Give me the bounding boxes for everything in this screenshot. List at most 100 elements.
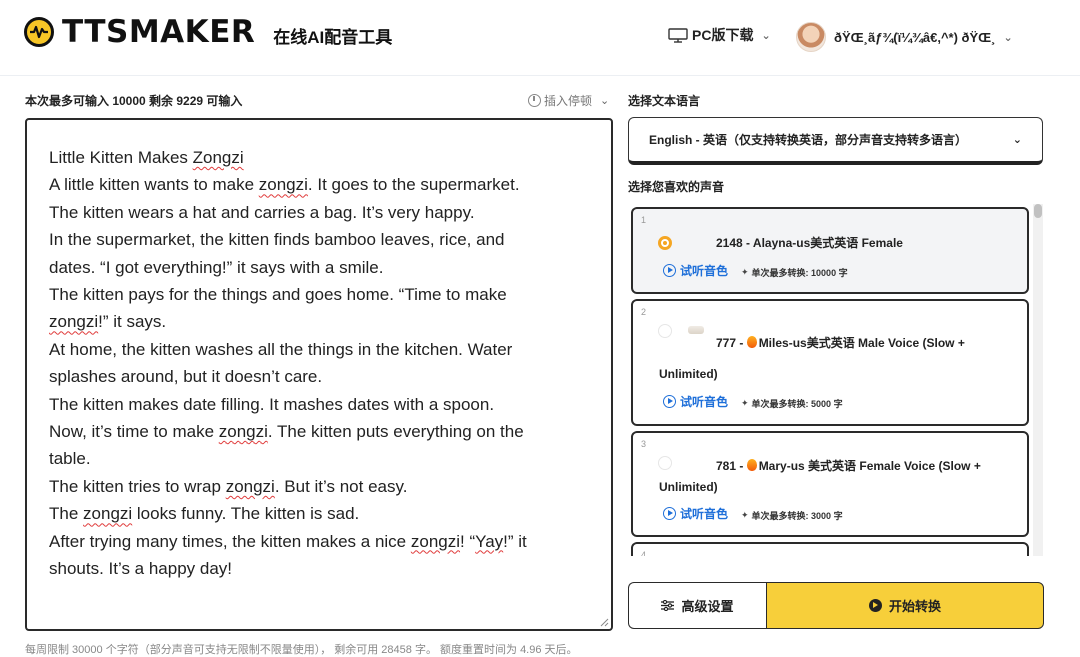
voice-list-scrollbar[interactable] [1033, 204, 1043, 556]
voice-name: 781 - Mary-us 美式英语 Female Voice (Slow + [716, 457, 981, 476]
advanced-settings-label: 高级设置 [681, 599, 734, 614]
chevron-down-icon: ⌄ [1012, 134, 1022, 146]
input-limit-label: 本次最多可输入 10000 剩余 9229 可输入 [25, 94, 243, 108]
fire-icon [746, 336, 757, 348]
insert-pause-button[interactable]: 插入停顿 ⌄ [528, 92, 609, 109]
text-line: The kitten wears a hat and carries a bag… [49, 199, 589, 226]
logo-text: TTSMAKER [62, 14, 256, 50]
play-circle-icon [663, 395, 676, 408]
text-line: The zongzi looks funny. The kitten is sa… [49, 500, 589, 527]
start-convert-label: 开始转换 [888, 599, 941, 614]
sparkle-icon: ✦ [741, 510, 749, 520]
misspelled-word: zongzi [83, 504, 133, 524]
listen-voice-button[interactable]: 试听音色 [663, 262, 728, 279]
text-line: The kitten tries to wrap zongzi. But it’… [49, 473, 589, 500]
text-run: ! “ [460, 531, 476, 551]
text-run: The kitten pays for the things and goes … [49, 285, 507, 305]
text-run: dates. “I got everything!” it says with … [49, 257, 384, 277]
text-run: At home, the kitten washes all the thing… [49, 339, 513, 359]
misspelled-word: zongzi [218, 422, 268, 442]
voice-radio[interactable] [658, 324, 672, 338]
voice-index: 4 [641, 550, 647, 556]
top-header: TTSMAKER 在线AI配音工具 PC版下载 ⌄ ðŸŒ¸ãƒ¾(ï¼¾â€,… [0, 0, 1080, 76]
fire-icon [746, 459, 757, 471]
text-line: table. [49, 445, 589, 472]
text-line: The kitten pays for the things and goes … [49, 281, 589, 308]
logo[interactable]: TTSMAKER 在线AI配音工具 [24, 14, 392, 50]
voice-index: 2 [641, 307, 647, 317]
voice-radio[interactable] [658, 456, 672, 470]
voice-card[interactable]: 4 [631, 542, 1029, 556]
text-run: . The kitten puts everything on the [267, 422, 524, 442]
text-line: At home, the kitten washes all the thing… [49, 336, 589, 363]
voice-id: 781 - [716, 459, 747, 473]
voice-name: 2148 - Alayna-us美式英语 Female [716, 236, 903, 250]
text-line: Little Kitten Makes Zongzi [49, 144, 589, 171]
text-run: In the supermarket, the kitten finds bam… [49, 230, 505, 250]
text-run: Little Kitten Makes [49, 148, 193, 167]
voice-thumbnail [688, 326, 704, 334]
misspelled-word: Yay [475, 531, 504, 551]
clock-icon [528, 94, 541, 107]
language-label: 选择文本语言 [628, 94, 701, 108]
voice-title: Miles-us美式英语 Male Voice (Slow + [758, 336, 965, 350]
chevron-down-icon: ⌄ [761, 29, 771, 42]
start-convert-button[interactable]: 开始转换 [766, 582, 1044, 629]
sliders-icon [661, 600, 675, 611]
max-chars-label: 单次最多转换: 3000 字 [751, 511, 843, 521]
max-chars-info: ✦ 单次最多转换: 10000 字 [741, 266, 848, 279]
max-chars-info: ✦ 单次最多转换: 3000 字 [741, 509, 843, 522]
text-input-area[interactable]: Little Kitten Makes Zongzi A little kitte… [25, 118, 613, 631]
chevron-down-icon: ⌄ [1003, 31, 1013, 44]
sparkle-icon: ✦ [741, 398, 749, 408]
text-run: The kitten wears a hat and carries a bag… [49, 202, 475, 222]
text-run: looks funny. The kitten is sad. [132, 504, 360, 524]
text-line: dates. “I got everything!” it says with … [49, 254, 589, 281]
scrollbar-thumb[interactable] [1034, 204, 1042, 218]
voice-title: Mary-us 美式英语 Female Voice (Slow + [758, 459, 981, 473]
misspelled-word: Zongzi [192, 148, 244, 167]
play-circle-icon [868, 599, 882, 612]
play-circle-icon [663, 507, 676, 520]
voice-label: 选择您喜欢的声音 [628, 180, 725, 194]
text-line: After trying many times, the kitten make… [49, 528, 589, 555]
resize-handle-icon[interactable] [599, 617, 609, 627]
username: ðŸŒ¸ãƒ¾(ï¼¾â€,^*) ðŸŒ¸ [834, 29, 996, 45]
misspelled-word: zongzi [225, 476, 275, 496]
language-select[interactable]: English - 英语（仅支持转换英语，部分声音支持转多语言） ⌄ [628, 117, 1043, 165]
advanced-settings-button[interactable]: 高级设置 [628, 582, 766, 629]
text-line: The kitten makes date filling. It mashes… [49, 391, 589, 418]
user-menu[interactable]: ðŸŒ¸ãƒ¾(ï¼¾â€,^*) ðŸŒ¸ ⌄ [796, 22, 1013, 52]
voice-card[interactable]: 1 2148 - Alayna-us美式英语 Female 试听音色 ✦ 单次最… [631, 207, 1029, 294]
max-chars-label: 单次最多转换: 5000 字 [751, 399, 843, 409]
text-line: A little kitten wants to make zongzi. It… [49, 171, 589, 198]
text-run: splashes around, but it doesn’t care. [49, 367, 323, 387]
text-run: table. [49, 449, 91, 469]
voice-card[interactable]: 3 781 - Mary-us 美式英语 Female Voice (Slow … [631, 431, 1029, 537]
chevron-down-icon: ⌄ [600, 95, 610, 107]
insert-pause-label: 插入停顿 [544, 94, 593, 108]
text-run: The [49, 504, 84, 524]
text-run: !” it [503, 531, 527, 551]
pc-download-label: PC版下载 [692, 27, 754, 43]
voice-index: 3 [641, 439, 647, 449]
listen-voice-button[interactable]: 试听音色 [663, 505, 728, 522]
voice-card[interactable]: 2 777 - Miles-us美式英语 Male Voice (Slow + … [631, 299, 1029, 426]
voice-radio[interactable] [658, 236, 672, 250]
voice-index: 1 [641, 215, 647, 225]
misspelled-word: zongzi [410, 531, 461, 551]
text-line: zongzi!” it says. [49, 308, 589, 335]
text-line: shouts. It’s a happy day! [49, 555, 589, 582]
text-run: The kitten makes date filling. It mashes… [49, 394, 495, 414]
voice-name-continued: Unlimited) [659, 367, 718, 381]
listen-label: 试听音色 [680, 507, 729, 521]
listen-label: 试听音色 [680, 264, 729, 278]
voice-name: 777 - Miles-us美式英语 Male Voice (Slow + [716, 334, 965, 353]
text-run: The kitten tries to wrap [49, 476, 226, 496]
text-run: A little kitten wants to make [49, 175, 259, 195]
text-line: In the supermarket, the kitten finds bam… [49, 226, 589, 253]
listen-voice-button[interactable]: 试听音色 [663, 393, 728, 410]
text-line: splashes around, but it doesn’t care. [49, 363, 589, 390]
soundwave-logo-icon [24, 17, 54, 47]
pc-download-menu[interactable]: PC版下载 ⌄ [668, 25, 771, 45]
